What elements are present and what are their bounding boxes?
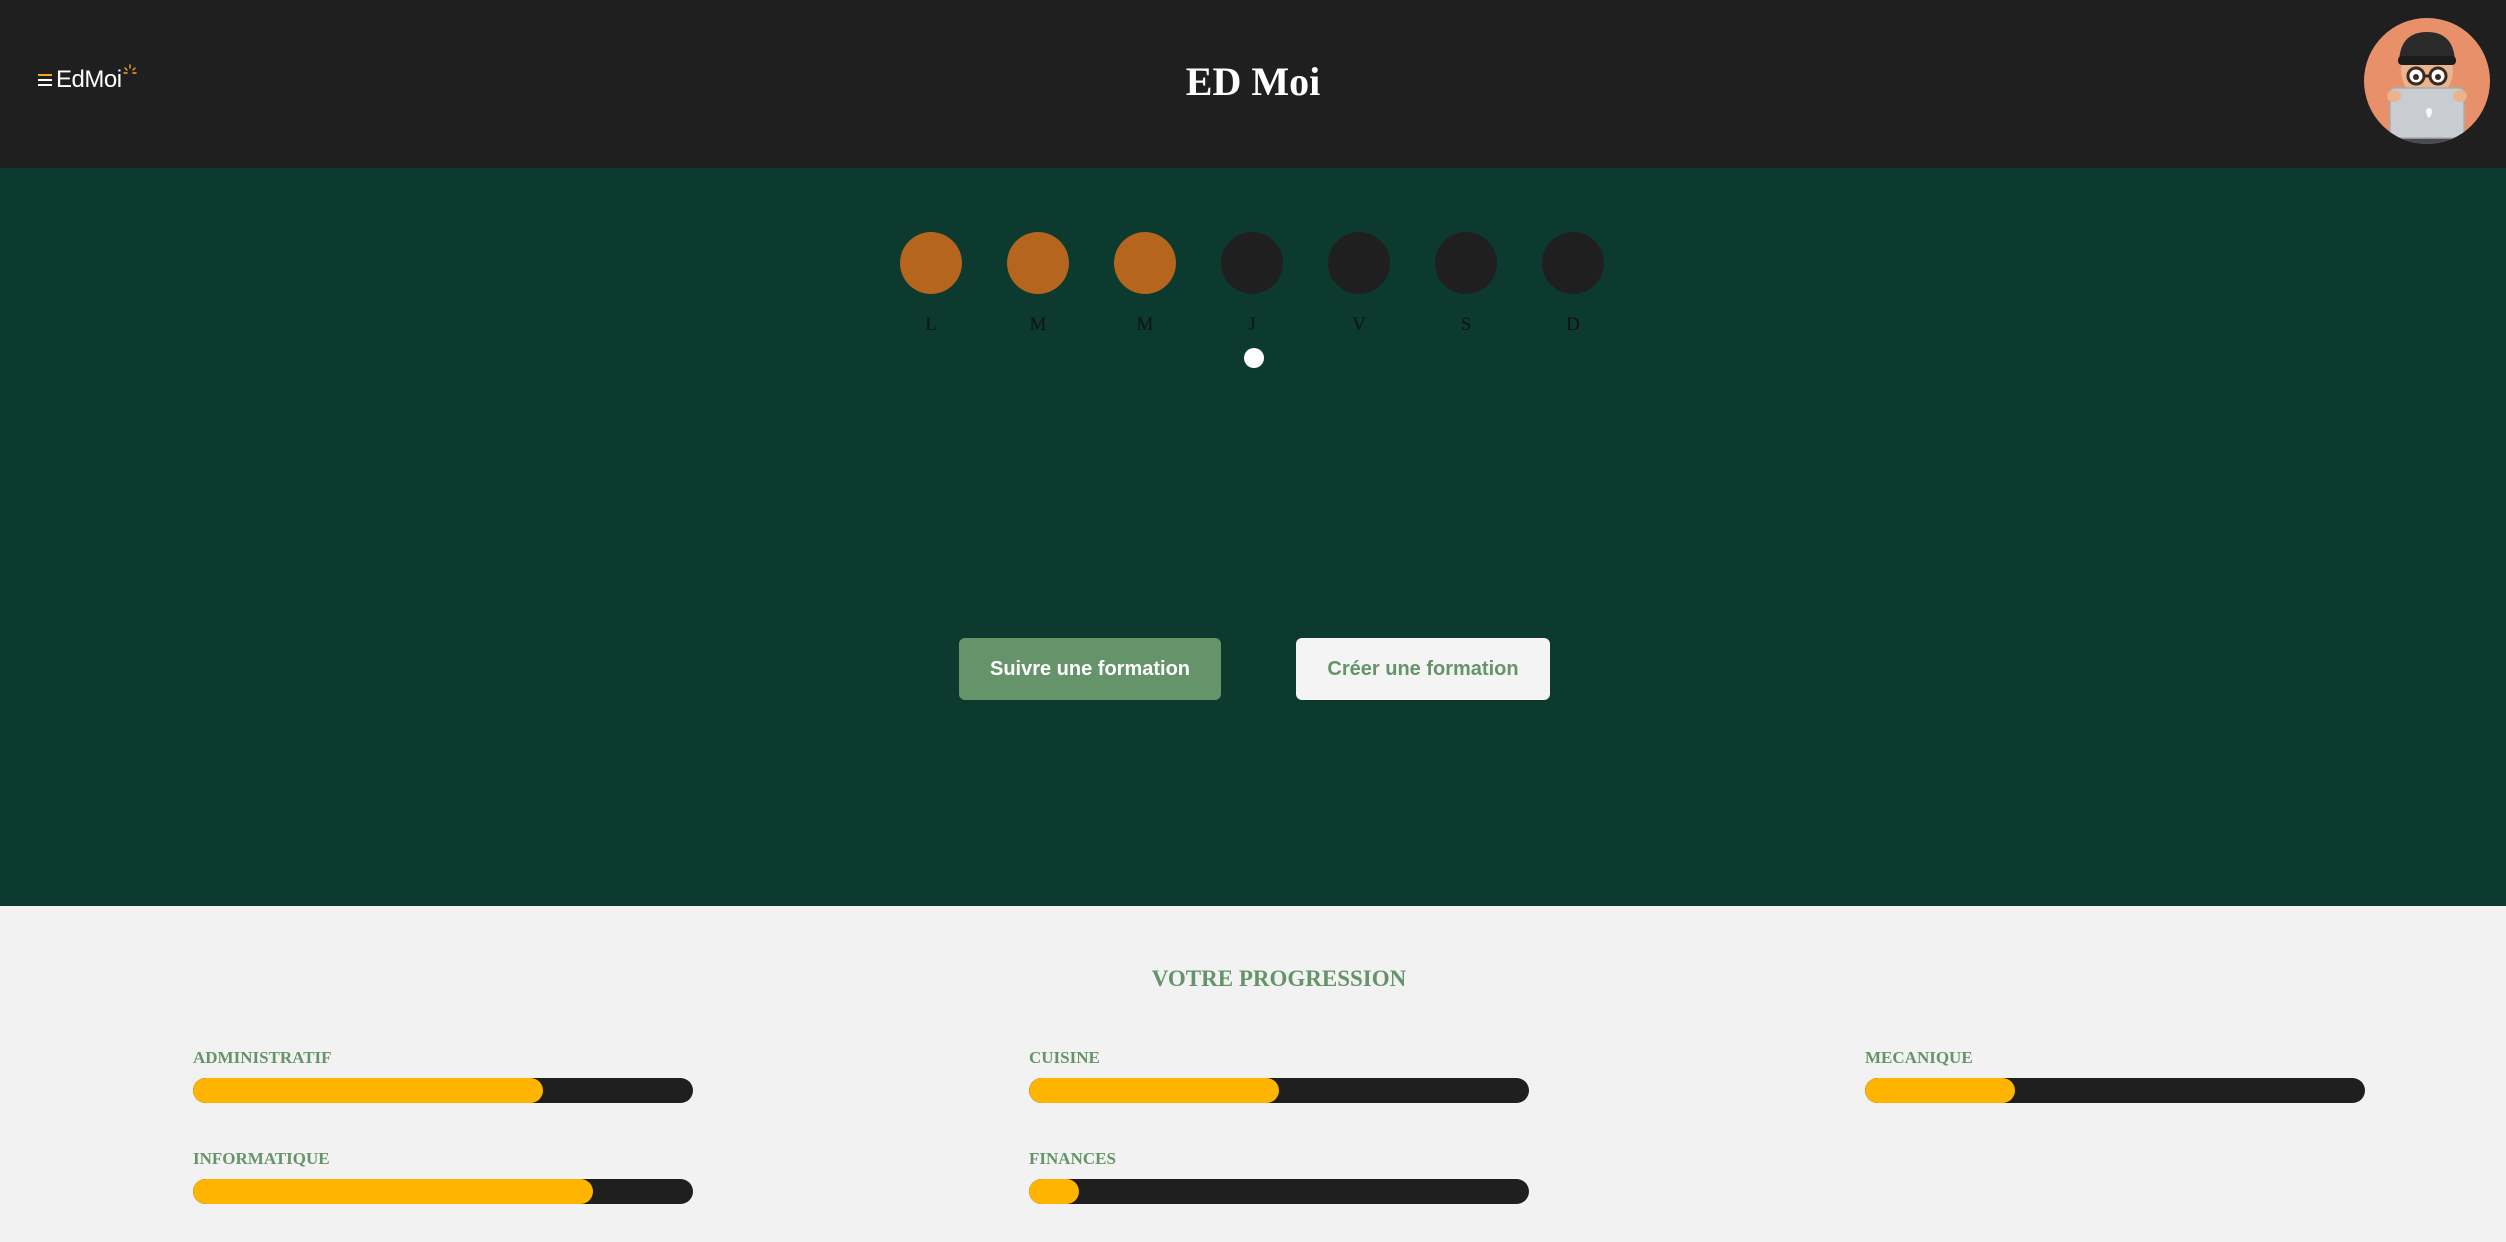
progress-bar (1865, 1078, 2365, 1103)
day-monday: L (900, 232, 962, 336)
progress-fill (193, 1179, 593, 1204)
day-tuesday: M (1007, 232, 1069, 336)
progress-bar (1029, 1078, 1529, 1103)
progress-item-mecanique: MECANIQUE (1865, 1048, 2365, 1103)
day-letter: S (1460, 314, 1472, 335)
progress-label: ADMINISTRATIF (193, 1048, 332, 1067)
progress-label: CUISINE (1029, 1048, 1100, 1067)
progress-bar (1029, 1179, 1529, 1204)
progress-fill (1029, 1078, 1279, 1103)
progress-bar (193, 1078, 693, 1103)
progress-item-informatique: INFORMATIQUE (193, 1149, 693, 1204)
progress-fill (1865, 1078, 2015, 1103)
day-letter: M (1136, 314, 1154, 335)
progress-item-administratif: ADMINISTRATIF (193, 1048, 693, 1103)
follow-training-button[interactable]: Suivre une formation (959, 638, 1221, 700)
day-letter: L (925, 314, 937, 335)
create-training-button[interactable]: Créer une formation (1296, 638, 1550, 700)
day-letter: D (1566, 314, 1580, 335)
day-indicator-done (900, 232, 962, 294)
day-friday: V (1328, 232, 1390, 336)
page-title: ED Moi (1185, 59, 1321, 104)
day-indicator-done (1114, 232, 1176, 294)
day-letter: M (1029, 314, 1047, 335)
day-thursday: J (1221, 232, 1283, 336)
day-indicator-done (1007, 232, 1069, 294)
progress-item-cuisine: CUISINE (1029, 1048, 1529, 1103)
progress-label: INFORMATIQUE (193, 1149, 330, 1168)
progress-item-finances: FINANCES (1029, 1149, 1529, 1204)
today-marker (1244, 348, 1264, 368)
week-tracker: L M M J V S D (900, 232, 1604, 336)
day-indicator (1542, 232, 1604, 294)
day-indicator (1328, 232, 1390, 294)
progress-fill (193, 1078, 543, 1103)
progress-section: VOTRE PROGRESSION ADMINISTRATIF CUISINE … (0, 906, 2506, 1242)
day-saturday: S (1435, 232, 1497, 336)
progress-fill (1029, 1179, 1079, 1204)
progress-bar (193, 1179, 693, 1204)
day-letter: V (1352, 314, 1366, 335)
day-wednesday: M (1114, 232, 1176, 336)
progress-title: VOTRE PROGRESSION (1151, 966, 1407, 991)
progress-label: FINANCES (1029, 1149, 1116, 1168)
day-letter: J (1248, 314, 1256, 335)
hero-section: L M M J V S D Suivre une formation Créer… (0, 168, 2506, 906)
top-header: EdMoi ED Moi (0, 0, 2506, 168)
progress-label: MECANIQUE (1865, 1048, 1973, 1067)
memoji-avatar-icon (2387, 32, 2467, 144)
user-avatar[interactable] (2364, 18, 2490, 144)
day-sunday: D (1542, 232, 1604, 336)
day-indicator (1221, 232, 1283, 294)
day-indicator (1435, 232, 1497, 294)
